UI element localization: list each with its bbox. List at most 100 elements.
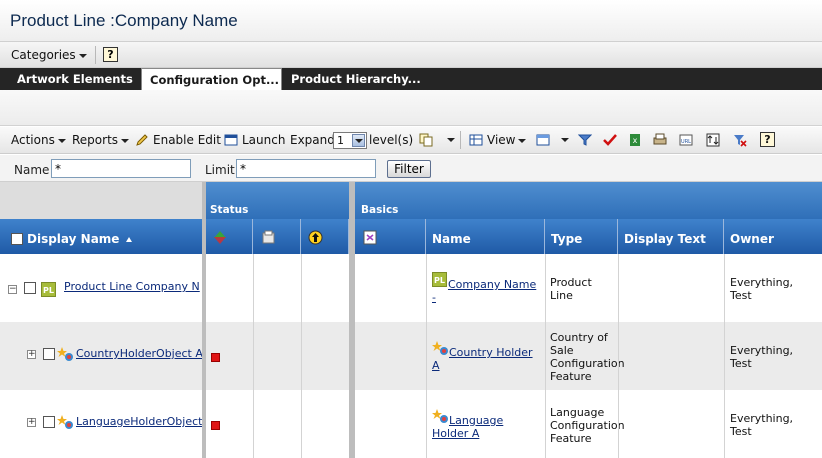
- table-row[interactable]: + CountryHolderObject A Country Holder A…: [0, 322, 822, 390]
- checkmark-icon[interactable]: [603, 133, 617, 147]
- basics-group-label: Basics: [361, 204, 399, 216]
- categories-label: Categories: [11, 48, 76, 62]
- column-display-text[interactable]: Display Text: [618, 219, 724, 254]
- column-status-promote[interactable]: [204, 219, 253, 254]
- grid-header-spacer: [0, 182, 204, 219]
- display-name-link[interactable]: CountryHolderObject A: [76, 347, 204, 360]
- product-line-icon: PL: [41, 282, 56, 297]
- frozen-pane-splitter[interactable]: [202, 182, 206, 458]
- view-label: View: [487, 133, 516, 147]
- tab-artwork-elements[interactable]: Artwork Elements: [9, 68, 141, 90]
- copy-icon[interactable]: [419, 133, 433, 147]
- divider: [460, 131, 461, 149]
- edit-pencil-icon: [136, 134, 148, 146]
- tab-product-hierarchy[interactable]: Product Hierarchy...: [283, 68, 429, 90]
- view-menu[interactable]: View: [487, 133, 527, 147]
- name-filter-label: Name: [14, 163, 50, 177]
- chevron-down-icon[interactable]: [561, 138, 569, 142]
- chevron-down-icon: [518, 138, 527, 143]
- divider: [95, 46, 96, 64]
- status-group-header: Status: [204, 182, 349, 219]
- excel-export-icon[interactable]: x: [628, 133, 642, 147]
- type-header: Type: [551, 232, 583, 246]
- select-all-checkbox[interactable]: [11, 233, 23, 245]
- url-icon[interactable]: URL: [679, 133, 693, 147]
- table-row[interactable]: − PL Product Line Company N PL Company N…: [0, 254, 822, 322]
- column-divider: [426, 254, 427, 458]
- owner-cell: Everything, Test: [730, 344, 794, 370]
- filter-button[interactable]: Filter: [387, 160, 431, 178]
- feature-star-icon: [57, 347, 73, 361]
- content-header-band: [0, 90, 822, 126]
- categories-menu[interactable]: Categories: [11, 48, 87, 62]
- limit-filter-input[interactable]: [236, 159, 376, 178]
- name-header: Name: [432, 232, 471, 246]
- expand-toggle[interactable]: +: [27, 418, 36, 427]
- collapse-toggle[interactable]: −: [8, 285, 17, 294]
- column-owner[interactable]: Owner: [724, 219, 822, 254]
- owner-cell: Everything, Test: [730, 412, 794, 438]
- name-filter-input[interactable]: [51, 159, 191, 178]
- sort-ascending-icon: [126, 237, 132, 242]
- svg-text:URL: URL: [681, 139, 691, 145]
- column-display-name[interactable]: Display Name: [0, 219, 204, 254]
- chevron-down-icon: [121, 138, 130, 143]
- title-bar: Product Line :Company Name: [0, 0, 822, 42]
- expand-toggle[interactable]: +: [27, 350, 36, 359]
- sort-icon[interactable]: [706, 133, 720, 147]
- chevron-down-icon[interactable]: [447, 138, 455, 142]
- toolbar-help-button[interactable]: ?: [760, 132, 775, 147]
- filter-funnel-icon[interactable]: [578, 133, 592, 147]
- column-type[interactable]: Type: [545, 219, 618, 254]
- row-checkbox[interactable]: [24, 282, 36, 294]
- columns-icon[interactable]: [536, 133, 550, 147]
- name-link[interactable]: Country Holder A: [432, 346, 540, 372]
- tab-bar: Artwork Elements Configuration Opt... Pr…: [0, 68, 822, 90]
- display-text-header: Display Text: [624, 232, 706, 246]
- type-cell: Country of Sale Configuration Feature: [550, 331, 625, 383]
- name-link[interactable]: Language Holder A: [432, 414, 540, 440]
- column-divider: [301, 254, 302, 458]
- row-checkbox[interactable]: [43, 348, 55, 360]
- chevron-down-icon: [352, 134, 365, 147]
- column-basics-icon[interactable]: [355, 219, 426, 254]
- table-row[interactable]: + LanguageHolderObject Language Holder A…: [0, 390, 822, 458]
- column-group-splitter[interactable]: [349, 182, 355, 458]
- clear-filter-icon[interactable]: [733, 133, 747, 147]
- promote-icon: [214, 231, 226, 244]
- column-divider: [545, 254, 546, 458]
- print-icon[interactable]: [653, 133, 667, 147]
- document-relationship-icon: [363, 230, 377, 245]
- type-cell: Product Line: [550, 276, 592, 302]
- column-status-document[interactable]: [253, 219, 301, 254]
- help-button[interactable]: ?: [103, 47, 118, 62]
- feature-star-icon: [57, 415, 73, 429]
- tab-configuration-options[interactable]: Configuration Opt...: [141, 68, 282, 90]
- column-divider: [253, 254, 254, 458]
- type-cell: Language Configuration Feature: [550, 406, 625, 445]
- chevron-down-icon: [78, 53, 87, 58]
- enable-edit-button[interactable]: Enable Edit: [153, 133, 221, 147]
- chevron-down-icon: [57, 138, 66, 143]
- owner-cell: Everything, Test: [730, 276, 794, 302]
- launch-window-icon: [224, 134, 238, 146]
- expand-label: Expand: [290, 133, 335, 147]
- column-name[interactable]: Name: [426, 219, 545, 254]
- display-name-link[interactable]: Product Line Company N: [64, 280, 204, 293]
- launch-button[interactable]: Launch: [242, 133, 285, 147]
- expand-level-select[interactable]: 1: [333, 132, 367, 149]
- owner-header: Owner: [730, 232, 774, 246]
- reports-menu[interactable]: Reports: [72, 133, 130, 147]
- toolbar: Actions Reports Enable Edit Launch Expan…: [0, 127, 822, 154]
- name-link[interactable]: Company Name -: [432, 278, 540, 304]
- page-title: Product Line :Company Name: [10, 11, 238, 30]
- data-grid: Status Basics Display Name Name Type Dis…: [0, 182, 822, 458]
- column-divider: [724, 254, 725, 458]
- display-name-link[interactable]: LanguageHolderObject: [76, 415, 204, 428]
- status-group-label: Status: [210, 204, 249, 216]
- table-view-icon: [469, 134, 483, 146]
- actions-menu[interactable]: Actions: [11, 133, 66, 147]
- column-status-up[interactable]: [301, 219, 349, 254]
- row-checkbox[interactable]: [43, 416, 55, 428]
- reports-label: Reports: [72, 133, 119, 147]
